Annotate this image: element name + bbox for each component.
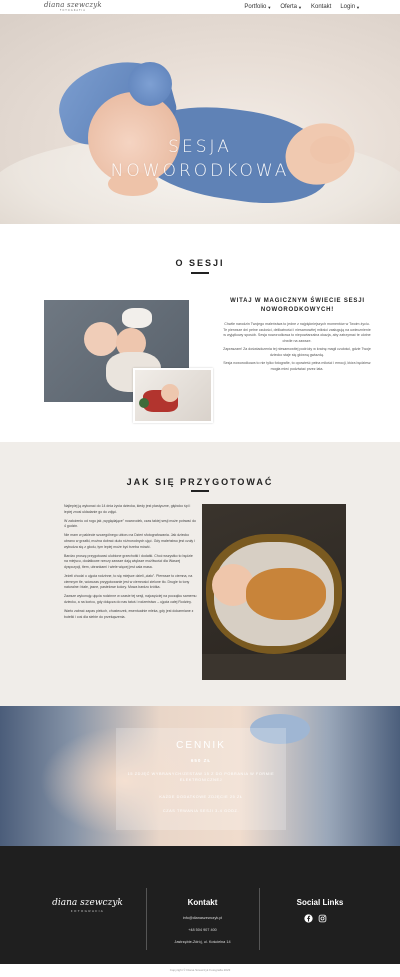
site-footer: diana szewczyk FOTOGRAFIA Kontakt info@d… (0, 846, 400, 964)
hero-baby-pompom (128, 62, 172, 106)
main-nav: Portfolio ▼ Oferta ▼ Kontakt Login ▼ (244, 4, 360, 10)
about-section: O SESJI WITAJ W MAGICZNYM ŚWIECIE SESJI … (0, 224, 400, 442)
site-logo[interactable]: diana szewczyk FOTOGRAFIA (44, 0, 102, 13)
footer-logo-sub: FOTOGRAFIA (70, 909, 105, 913)
instagram-icon[interactable] (318, 914, 327, 923)
contact-title: Kontakt (187, 898, 218, 907)
twin-face-1 (84, 322, 118, 356)
prep-paragraph: Warto zabrać zapas pieluch, chusteczek, … (64, 608, 194, 619)
nav-portfolio-label: Portfolio (244, 4, 267, 10)
price-title: CENNIK (176, 740, 226, 751)
hero-title-line1: SESJA (168, 137, 232, 157)
contact-address: Jastrzębie-Zdrój, ul. Kościelna 14 (174, 940, 231, 944)
price-amount: 650 ZŁ (190, 758, 212, 763)
price-line: CZAS TRWANIA SESJI 3-4 GODZ. (162, 809, 240, 813)
facebook-icon[interactable] (304, 914, 313, 923)
baby-basket-photo (202, 504, 346, 680)
chevron-down-icon: ▼ (298, 4, 302, 10)
prep-section: JAK SIĘ PRZYGOTOWAĆ Najlepiej ją wykonać… (0, 442, 400, 706)
floor (202, 654, 346, 680)
prep-text: Najlepiej ją wykonać do 14 dnia życia dz… (64, 504, 197, 624)
nav-kontakt-label: Kontakt (310, 4, 332, 10)
prep-title-underline (191, 490, 209, 492)
about-paragraph: Chwile narodzin Twojego maleństwa to jed… (223, 322, 371, 343)
hero-title-line2: NOWORODKOWA (110, 160, 290, 181)
about-text: Chwile narodzin Twojego maleństwa to jed… (222, 322, 372, 376)
hero-banner: SESJA NOWORODKOWA (0, 14, 400, 224)
site-header: diana szewczyk FOTOGRAFIA Portfolio ▼ Of… (0, 0, 400, 14)
logo-sub-text: FOTOGRAFIA (59, 8, 86, 12)
hero-title: SESJA NOWORODKOWA (0, 136, 400, 184)
about-heading: WITAJ W MAGICZNYM ŚWIECIE SESJI NOWORODK… (230, 298, 365, 313)
contact-phone[interactable]: +48 504 907 400 (150, 928, 255, 932)
price-line: 15 ZDJĘĆ WYBRANYCH/ZESTAW 15 Z DO POBRAN… (127, 772, 275, 783)
about-title: O SESJI (175, 258, 225, 268)
footer-logo[interactable]: diana szewczyk FOTOGRAFIA (40, 898, 135, 913)
footer-logo-script: diana szewczyk (52, 898, 123, 908)
prep-paragraph: Jeżeli chodzi o ujęcia rodzinne, to się … (64, 573, 193, 590)
footer-divider (146, 888, 147, 950)
nav-oferta-label: Oferta (280, 4, 298, 10)
about-paragraph: Zapraszam! Za doświadczenia tej niesamow… (223, 347, 371, 357)
nav-kontakt[interactable]: Kontakt (311, 4, 331, 10)
copyright: Copyright © Diana Szewczyk Fotografia 20… (0, 964, 400, 977)
prep-paragraph: Bardzo proszę przygotować ulubione grzec… (64, 553, 193, 569)
contact-email[interactable]: info@dianaszewczyk.pl (150, 916, 255, 920)
chevron-down-icon: ▼ (267, 4, 272, 10)
twin-wrap-top (122, 308, 152, 328)
nav-login[interactable]: Login ▼ (340, 4, 360, 10)
about-paragraph: Sesja noworodkowa to nie tylko fotografi… (223, 361, 371, 371)
prep-paragraph: W założeniu od rogu jak „wyglądające" no… (64, 518, 196, 529)
chevron-down-icon: ▼ (356, 4, 360, 10)
prep-paragraph: Najlepiej ją wykonać do 14 dnia życia dz… (64, 504, 191, 514)
social-title: Social Links (296, 898, 344, 907)
price-line: KAŻDE DODATKOWE ZDJĘCIE 25 ZŁ (159, 795, 243, 799)
price-section: CENNIK 650 ZŁ 15 ZDJĘĆ WYBRANYCH/ZESTAW … (0, 706, 400, 846)
baby-face (161, 384, 179, 402)
prep-title: JAK SIĘ PRZYGOTOWAĆ (126, 477, 274, 487)
baby-sled-photo (133, 368, 213, 423)
baby-orange-outfit (246, 568, 326, 620)
logo-script-text: diana szewczyk (44, 0, 102, 9)
nav-portfolio[interactable]: Portfolio ▼ (244, 4, 271, 10)
social-links (304, 914, 327, 923)
nav-login-label: Login (340, 4, 356, 10)
footer-divider (259, 888, 260, 950)
about-title-underline (191, 272, 209, 274)
prep-paragraph: Nie mam w pakiecie szczególnego ubioru n… (64, 533, 195, 549)
prep-paragraph: Zawsze wykonuję ujęcia rodzinne w czasie… (64, 594, 197, 604)
nav-oferta[interactable]: Oferta ▼ (280, 4, 302, 10)
green-decor (139, 398, 149, 408)
